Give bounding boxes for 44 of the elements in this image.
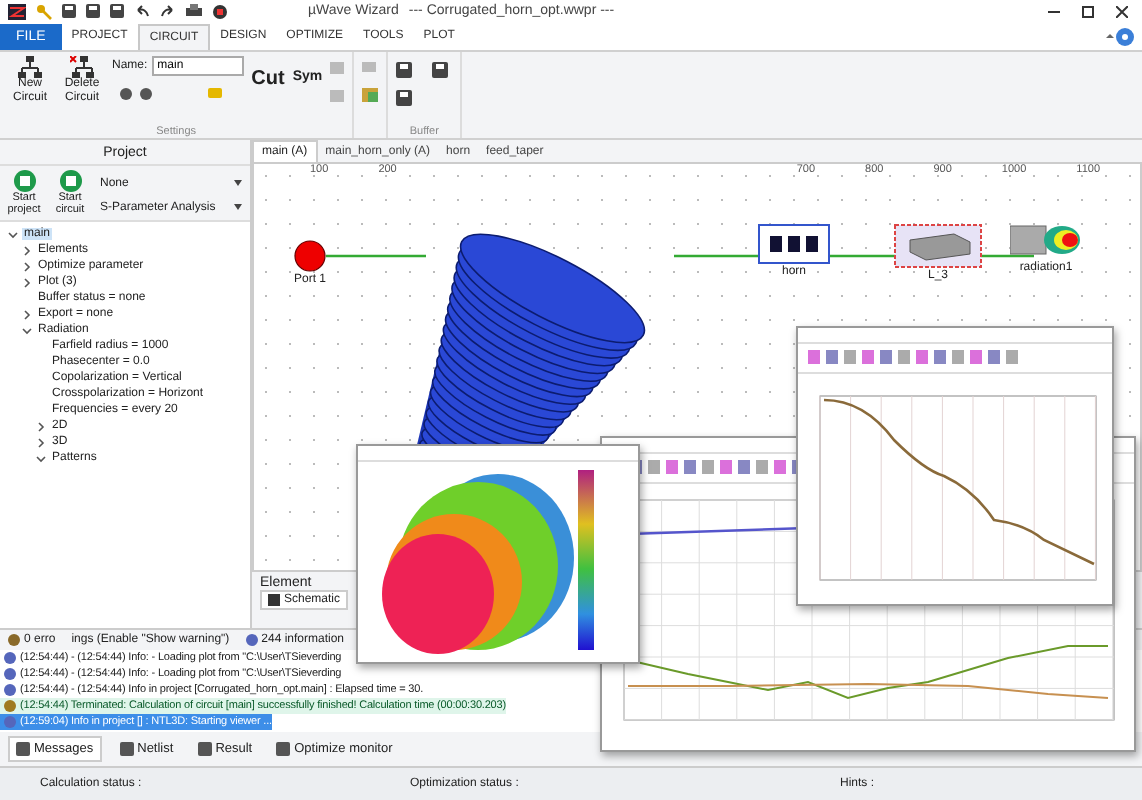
close-button[interactable] <box>1110 1 1134 22</box>
network-icon <box>18 55 42 78</box>
chevron-icon[interactable] <box>22 277 32 288</box>
chevron-icon[interactable] <box>36 421 46 432</box>
print-icon[interactable] <box>186 4 202 19</box>
redo-icon[interactable] <box>160 4 176 19</box>
error-icon <box>8 633 20 646</box>
info-icon <box>245 633 258 646</box>
save-icon[interactable] <box>62 4 76 19</box>
panel-icon <box>197 742 212 757</box>
maximize-button[interactable] <box>1076 1 1100 22</box>
chevron-icon[interactable] <box>22 261 32 272</box>
chevron-icon[interactable] <box>22 325 32 336</box>
save-icon[interactable] <box>86 4 100 19</box>
help-icon[interactable] <box>1116 27 1134 46</box>
stop-icon[interactable] <box>212 3 228 20</box>
save-icon[interactable] <box>110 4 124 19</box>
info-icon <box>4 715 16 728</box>
close-icon <box>1116 5 1128 18</box>
port-circle-icon <box>294 240 326 273</box>
dropdown-caret-icon <box>234 180 242 187</box>
dropdown-caret-icon <box>234 204 242 211</box>
network-delete-icon <box>70 55 94 78</box>
panel-icon <box>119 742 134 757</box>
minimize-icon <box>1048 5 1060 18</box>
panel-icon <box>16 742 30 757</box>
folder-icon[interactable] <box>362 87 379 102</box>
waveguide-box-icon <box>894 224 982 269</box>
chevron-icon[interactable] <box>8 229 18 240</box>
chevron-icon[interactable] <box>22 245 32 256</box>
maximize-icon <box>1082 5 1094 18</box>
radiator-icon <box>1010 220 1082 261</box>
app-logo-icon <box>8 3 26 20</box>
chevron-icon[interactable] <box>22 309 32 320</box>
cut-button[interactable]: Cut <box>251 55 285 90</box>
panel-icon <box>276 742 291 757</box>
finished-icon <box>4 699 16 712</box>
collapse-caret-icon[interactable] <box>1104 30 1116 43</box>
horn-block-icon <box>758 224 830 265</box>
wire-line <box>326 252 426 261</box>
schematic-icon <box>268 593 280 606</box>
undo-icon[interactable] <box>134 4 150 19</box>
chevron-icon[interactable] <box>36 453 46 464</box>
chevron-icon[interactable] <box>36 437 46 448</box>
